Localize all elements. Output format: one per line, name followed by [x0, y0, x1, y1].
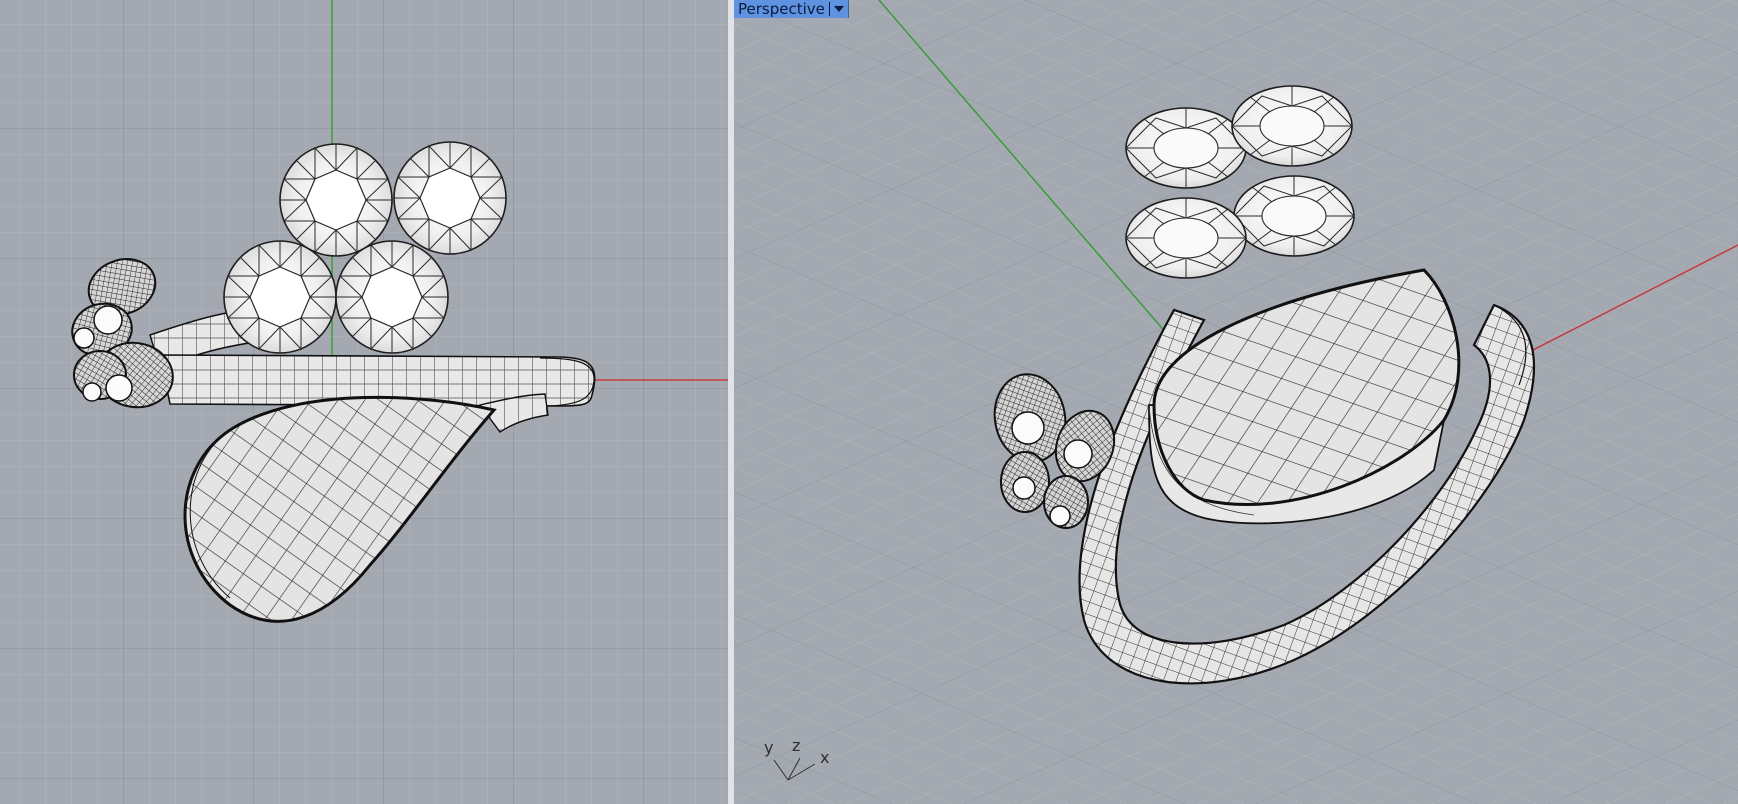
gem-stone — [335, 240, 449, 354]
rhino-workspace: Perspective y z x — [0, 0, 1738, 804]
gem-stone — [393, 141, 507, 255]
axis-label-y: y — [764, 738, 774, 757]
gem-stone — [1233, 175, 1355, 257]
gem-stone — [1125, 107, 1247, 189]
front-viewport-canvas[interactable] — [0, 0, 728, 804]
perspective-viewport-canvas[interactable] — [734, 0, 1738, 804]
label-separator — [828, 2, 830, 16]
gem-stone — [1125, 197, 1247, 279]
axis-label-z: z — [792, 736, 801, 755]
world-axes-icon: y z x — [760, 730, 850, 790]
caret-down-icon[interactable] — [833, 6, 844, 12]
axis-label-x: x — [820, 748, 830, 767]
front-viewport[interactable] — [0, 0, 728, 804]
gem-stone — [1231, 85, 1353, 167]
gem-stone — [279, 143, 393, 257]
perspective-viewport[interactable]: Perspective y z x — [734, 0, 1738, 804]
viewport-title-text[interactable]: Perspective — [738, 0, 825, 18]
viewport-title-perspective[interactable]: Perspective — [734, 0, 849, 18]
gem-stone — [223, 240, 337, 354]
